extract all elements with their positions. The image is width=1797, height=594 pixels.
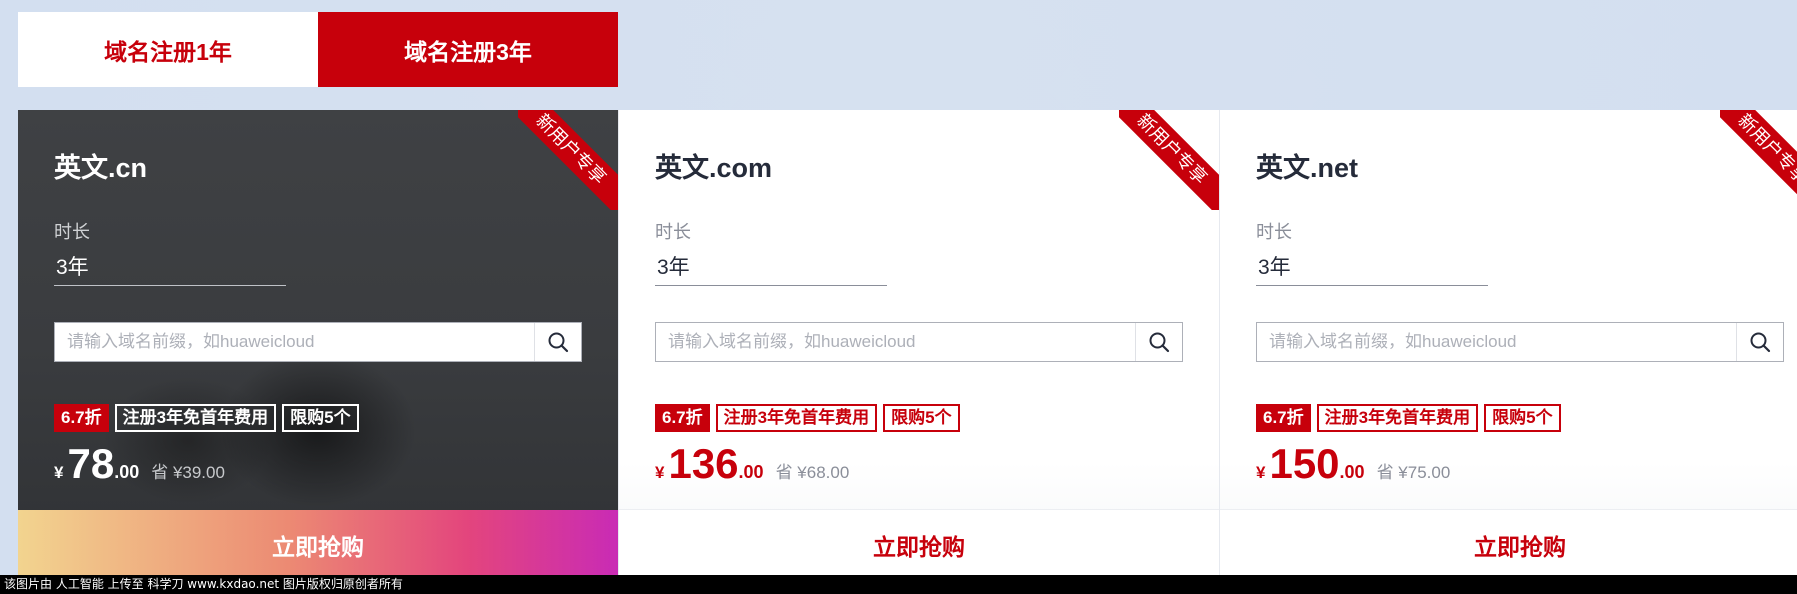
search-icon (548, 332, 569, 353)
search-button[interactable] (534, 323, 581, 361)
product-card-cn: 新用户专享 英文.cn 时长 3年 6.7折 注册3年免首年费用 限购5个 ¥ … (18, 110, 619, 580)
price-decimal: .00 (1339, 462, 1365, 482)
promo-tags: 6.7折 注册3年免首年费用 限购5个 (54, 404, 359, 432)
new-user-ribbon: 新用户专享 (1720, 110, 1797, 210)
free-first-year-badge: 注册3年免首年费用 (114, 404, 277, 432)
watermark-footer: 该图片由 人工智能 上传至 科学刀 www.kxdao.net 图片版权归原创者… (0, 575, 1797, 594)
discount-badge: 6.7折 (54, 404, 109, 432)
purchase-limit-badge: 限购5个 (1484, 404, 1561, 432)
search-icon (1149, 332, 1170, 353)
domain-search-box (1256, 322, 1784, 362)
buy-now-button[interactable]: 立即抢购 (619, 509, 1219, 580)
ribbon-label: 新用户专享 (518, 110, 618, 210)
duration-select[interactable]: 3年 (54, 250, 286, 286)
discount-badge: 6.7折 (655, 404, 710, 432)
domain-search-box (655, 322, 1183, 362)
currency-symbol: ¥ (655, 463, 665, 482)
purchase-limit-badge: 限购5个 (282, 404, 359, 432)
currency-symbol: ¥ (54, 463, 64, 482)
search-icon (1750, 332, 1771, 353)
product-card-net: 新用户专享 英文.net 时长 3年 6.7折 注册3年免首年费用 限购5个 ¥… (1220, 110, 1797, 580)
buy-now-button[interactable]: 立即抢购 (1220, 509, 1797, 580)
free-first-year-badge: 注册3年免首年费用 (715, 404, 878, 432)
duration-label: 时长 (54, 222, 90, 242)
price: ¥ 150 .00 省 ¥75.00 (1256, 440, 1450, 488)
product-card-com: 新用户专享 英文.com 时长 3年 6.7折 注册3年免首年费用 限购5个 ¥… (619, 110, 1220, 580)
duration-select[interactable]: 3年 (655, 250, 887, 286)
price: ¥ 136 .00 省 ¥68.00 (655, 440, 849, 488)
search-button[interactable] (1135, 323, 1182, 361)
new-user-ribbon: 新用户专享 (518, 110, 618, 210)
buy-now-button[interactable]: 立即抢购 (18, 510, 618, 580)
ribbon-label: 新用户专享 (1720, 110, 1797, 210)
card-title: 英文.com (655, 153, 773, 183)
domain-prefix-input[interactable] (55, 323, 534, 361)
search-button[interactable] (1736, 323, 1783, 361)
duration-select[interactable]: 3年 (1256, 250, 1488, 286)
price-decimal: .00 (738, 462, 764, 482)
domain-search-box (54, 322, 582, 362)
domain-prefix-input[interactable] (1257, 323, 1736, 361)
ribbon-label: 新用户专享 (1119, 110, 1219, 210)
duration-label: 时长 (655, 222, 691, 242)
discount-badge: 6.7折 (1256, 404, 1311, 432)
price-integer: 150 (1269, 440, 1340, 487)
duration-tabs: 域名注册1年 域名注册3年 (18, 12, 618, 87)
price-integer: 78 (67, 440, 115, 487)
promo-tags: 6.7折 注册3年免首年费用 限购5个 (655, 404, 960, 432)
purchase-limit-badge: 限购5个 (883, 404, 960, 432)
card-title: 英文.cn (54, 153, 148, 183)
new-user-ribbon: 新用户专享 (1119, 110, 1219, 210)
card-title: 英文.net (1256, 153, 1359, 183)
tab-register-3-years[interactable]: 域名注册3年 (318, 12, 618, 87)
savings-text: 省 ¥75.00 (1376, 463, 1451, 482)
price-decimal: .00 (114, 462, 140, 482)
price-integer: 136 (668, 440, 739, 487)
savings-text: 省 ¥68.00 (775, 463, 850, 482)
product-cards: 新用户专享 英文.cn 时长 3年 6.7折 注册3年免首年费用 限购5个 ¥ … (18, 110, 1797, 580)
domain-prefix-input[interactable] (656, 323, 1135, 361)
price: ¥ 78 .00 省 ¥39.00 (54, 440, 225, 488)
currency-symbol: ¥ (1256, 463, 1266, 482)
savings-text: 省 ¥39.00 (151, 463, 225, 482)
free-first-year-badge: 注册3年免首年费用 (1316, 404, 1479, 432)
duration-label: 时长 (1256, 222, 1292, 242)
promo-tags: 6.7折 注册3年免首年费用 限购5个 (1256, 404, 1561, 432)
tab-register-1-year[interactable]: 域名注册1年 (18, 12, 318, 87)
